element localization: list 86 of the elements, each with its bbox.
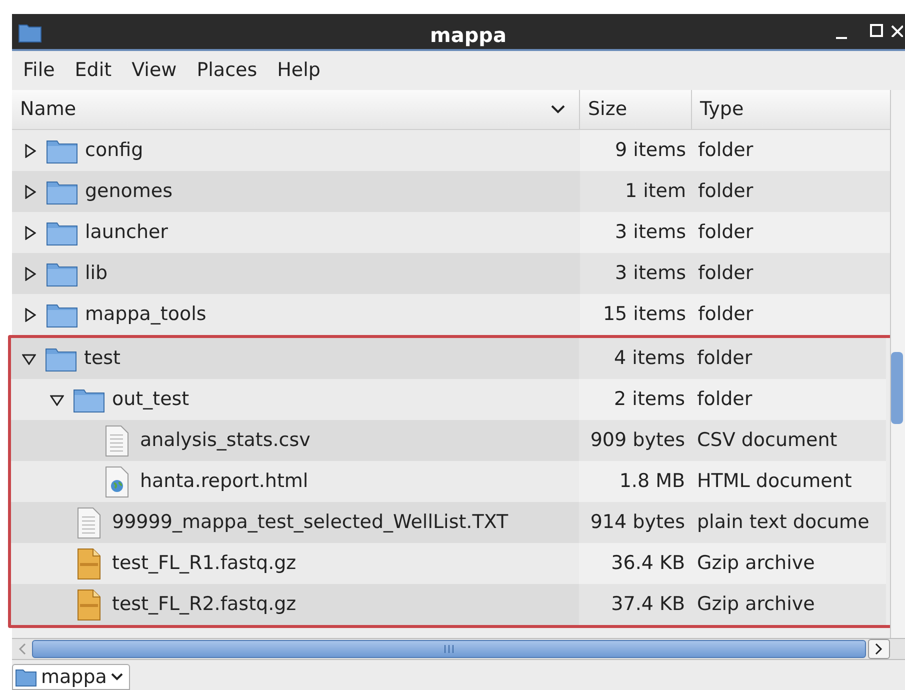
file-name: out_test [112, 387, 190, 412]
file-row[interactable]: launcher 3 items folder [12, 212, 890, 253]
file-name: mappa_tools [85, 302, 206, 328]
file-size: 9 items [614, 138, 687, 164]
file-row[interactable]: 99999_mappa_test_selected_WellList.TXT 914 bytes plain text docume [11, 502, 886, 543]
file-size: 15 items [602, 302, 687, 328]
file-row[interactable]: hanta.report.html 1.8 MB HTML document [11, 461, 886, 502]
file-row[interactable]: genomes 1 item folder [12, 171, 890, 212]
file-row[interactable]: config 9 items folder [12, 130, 890, 171]
folder-icon [46, 220, 78, 246]
collapse-triangle-icon[interactable] [50, 394, 64, 406]
expand-triangle-icon[interactable] [24, 266, 36, 280]
web-file-icon [105, 466, 129, 498]
file-size: 3 items [614, 220, 687, 246]
file-type: folder [697, 138, 754, 164]
file-size: 2 items [613, 387, 686, 412]
close-icon[interactable] [891, 25, 903, 37]
file-type: folder [696, 387, 752, 412]
file-name: analysis_stats.csv [140, 428, 310, 454]
file-size: 914 bytes [589, 510, 686, 536]
file-row[interactable]: lib 3 items folder [12, 253, 890, 294]
column-header[interactable]: Type [692, 90, 890, 129]
file-size: 1 item [624, 179, 687, 204]
folder-icon [15, 667, 37, 687]
chevron-icon [551, 105, 565, 114]
file-type: HTML document [696, 469, 852, 494]
path-button[interactable]: mappa [12, 664, 130, 690]
file-name: hanta.report.html [140, 469, 308, 494]
file-type: folder [697, 220, 754, 246]
file-size: 1.8 MB [618, 469, 686, 494]
file-row[interactable]: test_FL_R1.fastq.gz 36.4 KB Gzip archive [11, 543, 886, 584]
file-type: plain text docume [696, 510, 870, 536]
file-name: lib [85, 261, 108, 286]
column-header[interactable]: Size [580, 90, 692, 129]
folder-icon [46, 302, 78, 328]
file-type: CSV document [696, 428, 838, 454]
collapse-triangle-icon[interactable] [22, 352, 36, 364]
text-file-icon [105, 424, 129, 456]
expand-triangle-icon[interactable] [24, 226, 36, 240]
file-name: genomes [85, 179, 173, 204]
file-size: 4 items [613, 346, 686, 372]
file-row[interactable]: test 4 items folder [11, 338, 886, 379]
expand-triangle-icon[interactable] [24, 144, 36, 158]
file-type: folder [696, 346, 752, 372]
file-type: folder [697, 302, 754, 328]
file-row[interactable]: test_FL_R2.fastq.gz 37.4 KB Gzip archive [11, 584, 886, 625]
file-name: launcher [85, 220, 168, 246]
scrollbar-thumb[interactable] [32, 640, 866, 658]
file-size: 3 items [614, 261, 687, 286]
file-name: test_FL_R1.fastq.gz [112, 551, 296, 576]
file-row[interactable]: out_test 2 items folder [11, 379, 886, 420]
menu-item[interactable]: View [122, 54, 186, 88]
menu-item[interactable]: Places [188, 54, 266, 88]
folder-icon [46, 138, 78, 164]
column-header[interactable]: Name [12, 90, 580, 129]
folder-icon [45, 346, 77, 372]
file-name: 99999_mappa_test_selected_WellList.TXT [112, 510, 508, 536]
folder-icon [46, 178, 78, 204]
file-size: 37.4 KB [610, 592, 686, 618]
window-title: mappa [430, 22, 506, 49]
file-type: folder [697, 179, 754, 204]
archive-icon [77, 548, 101, 580]
grip-icon [443, 645, 455, 653]
text-file-icon [77, 506, 101, 538]
scroll-right-button[interactable] [868, 639, 890, 659]
scrollbar-thumb[interactable] [891, 352, 903, 424]
file-size: 909 bytes [589, 428, 686, 454]
archive-icon [77, 588, 101, 620]
file-name: test_FL_R2.fastq.gz [112, 592, 296, 618]
folder-icon [73, 386, 105, 412]
file-row[interactable]: analysis_stats.csv 909 bytes CSV document [11, 420, 886, 461]
file-name: config [85, 138, 144, 164]
expand-triangle-icon[interactable] [24, 308, 36, 322]
chevron-icon [110, 673, 123, 681]
file-type: Gzip archive [696, 551, 815, 576]
file-row[interactable]: mappa_tools 15 items folder [12, 294, 890, 335]
menu-item[interactable]: File [14, 54, 64, 88]
menu-item[interactable]: Edit [66, 54, 121, 88]
file-type: Gzip archive [696, 592, 815, 618]
menu-item[interactable]: Help [268, 54, 330, 88]
file-type: folder [697, 261, 754, 286]
expand-triangle-icon[interactable] [24, 184, 36, 198]
folder-icon [46, 260, 78, 286]
maximize-icon[interactable] [870, 24, 883, 37]
file-size: 36.4 KB [610, 551, 686, 576]
file-name: test [84, 346, 120, 372]
